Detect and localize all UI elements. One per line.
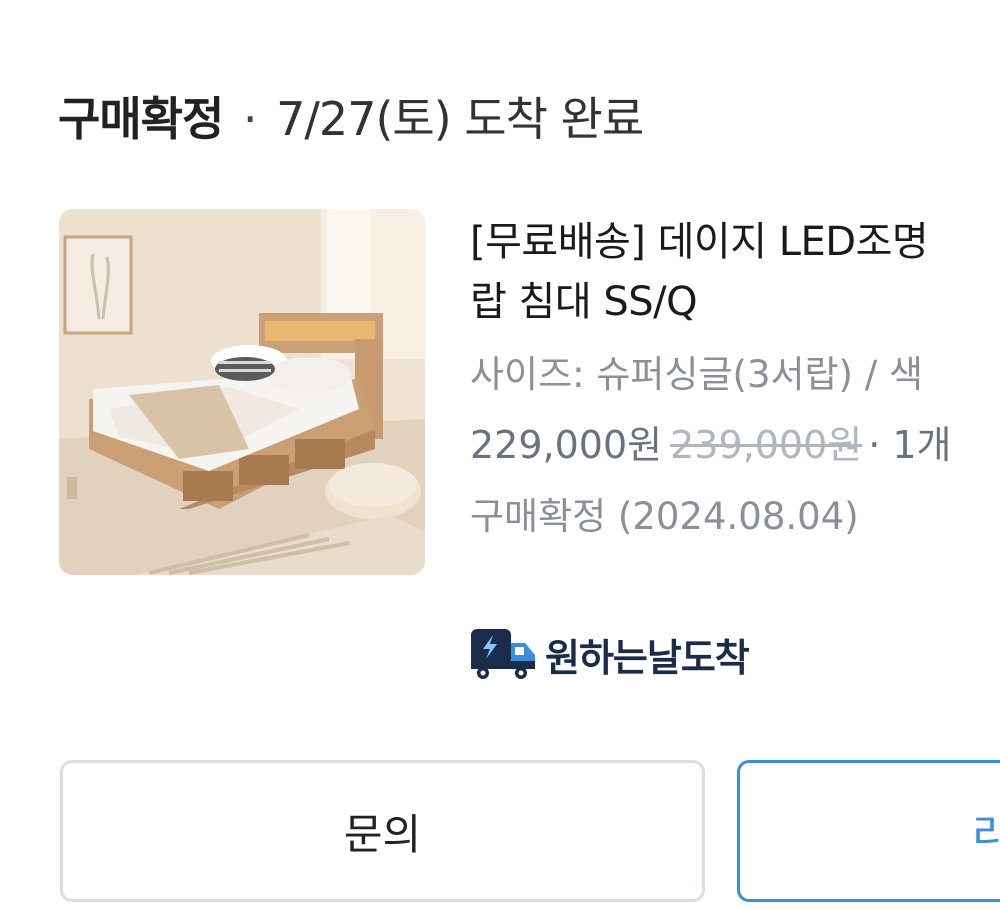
original-price: 239,000원 xyxy=(670,423,863,467)
product-thumbnail[interactable] xyxy=(59,209,425,575)
order-status-separator: · xyxy=(242,92,258,146)
review-button[interactable]: 리뷰 작성 xyxy=(737,760,1000,902)
inquiry-button[interactable]: 문의 xyxy=(60,760,705,902)
order-status-title: 구매확정 xyxy=(58,92,224,146)
bed-photo-illustration xyxy=(59,209,425,575)
delivery-badge-label: 원하는날도착 xyxy=(545,635,750,680)
product-option: 사이즈: 슈퍼싱글(3서랍) / 색 xyxy=(470,353,924,396)
sale-price: 229,000원 xyxy=(470,423,663,467)
product-title-line-2[interactable]: 랍 침대 SS/Q xyxy=(470,272,1000,332)
delivery-date-text: 7/27(토) 도착 완료 xyxy=(276,92,644,146)
delivery-badge: 원하는날도착 xyxy=(469,624,750,684)
product-info: [무료배송] 데이지 LED조명 랍 침대 SS/Q 사이즈: 슈퍼싱글(3서랍… xyxy=(470,212,1000,542)
purchase-confirm-date: 구매확정 (2024.08.04) xyxy=(470,495,859,538)
inquiry-button-label: 문의 xyxy=(343,809,422,859)
product-title-line-1[interactable]: [무료배송] 데이지 LED조명 xyxy=(470,212,1000,272)
quantity: · 1개 xyxy=(868,423,952,467)
order-item-card: 구매확정 · 7/27(토) 도착 완료 [무료배송] 데이지 LED조명 랍 … xyxy=(0,0,1000,910)
delivery-truck-icon xyxy=(471,629,535,679)
price-row: 229,000원 239,000원 · 1개 xyxy=(470,420,1000,470)
order-status-line: 구매확정 · 7/27(토) 도착 완료 xyxy=(58,88,644,150)
review-button-label: 리뷰 작성 xyxy=(972,809,1000,859)
